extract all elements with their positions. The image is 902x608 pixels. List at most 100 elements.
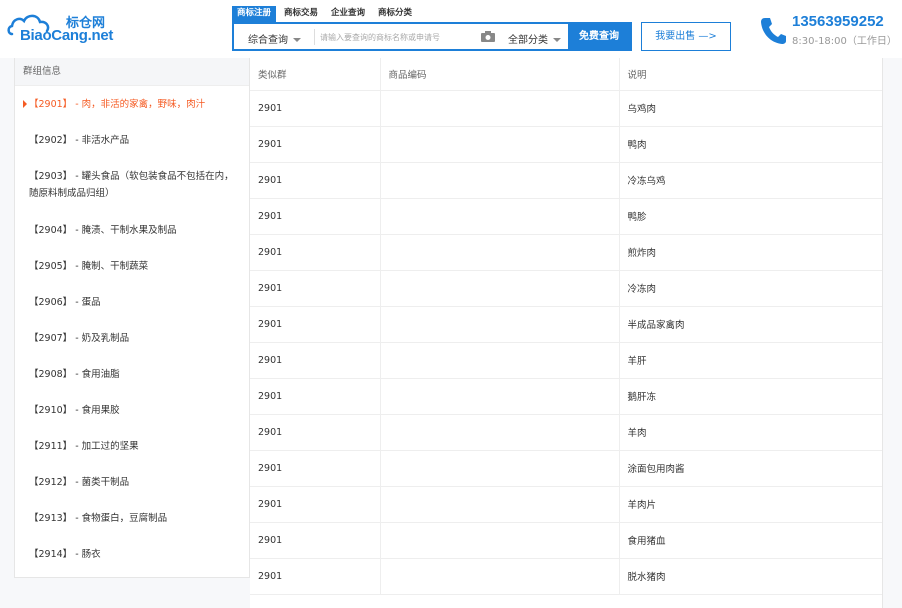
sidebar-item-label: 【2905】 - 腌制、干制蔬菜 <box>29 261 149 272</box>
sidebar-item-2912[interactable]: 【2912】 - 菌类干制品 <box>15 464 249 500</box>
table-header-row: 类似群 商品编码 说明 <box>250 58 882 91</box>
description-cell: 冷冻乌鸡 <box>619 162 882 199</box>
sidebar-item-2911[interactable]: 【2911】 - 加工过的坚果 <box>15 428 249 464</box>
goods-table-container: 类似群 商品编码 说明 2901 乌鸡肉 2901 鸭肉 2901 冷冻乌鸡 2901… <box>250 58 883 608</box>
similar-group-cell: 2901 <box>250 450 381 487</box>
goods-code-cell <box>380 450 620 487</box>
sidebar-item-label: 【2903】 - 罐头食品（软包装食品不包括在内，随原料制成品归组） <box>29 171 234 199</box>
similar-group-cell: 2901 <box>250 270 381 307</box>
sell-button[interactable]: 我要出售 —> <box>641 22 731 51</box>
sidebar-item-label: 【2906】 - 蛋品 <box>29 297 101 308</box>
table-row: 2901 鸭胗 <box>250 198 882 235</box>
sidebar-item-label: 【2910】 - 食用果胶 <box>29 405 120 416</box>
goods-code-cell <box>380 522 620 559</box>
description-cell: 羊肉 <box>619 414 882 451</box>
description-cell: 脱水猪肉 <box>619 558 882 595</box>
tab-company-search[interactable]: 企业查询 <box>326 6 370 22</box>
sidebar-item-2906[interactable]: 【2906】 - 蛋品 <box>15 284 249 320</box>
similar-group-cell: 2901 <box>250 342 381 379</box>
sidebar-title: 群组信息 <box>15 58 249 86</box>
goods-code-cell <box>380 486 620 523</box>
sidebar-item-2907[interactable]: 【2907】 - 奶及乳制品 <box>15 320 249 356</box>
sidebar-item-2908[interactable]: 【2908】 - 食用油脂 <box>15 356 249 392</box>
goods-code-cell <box>380 126 620 163</box>
goods-code-cell <box>380 90 620 127</box>
sidebar-item-2904[interactable]: 【2904】 - 腌渍、干制水果及制品 <box>15 212 249 248</box>
logo[interactable]: 标仓网 BiaoCang.net <box>6 10 116 46</box>
similar-group-cell: 2901 <box>250 378 381 415</box>
sidebar-item-2914[interactable]: 【2914】 - 肠衣 <box>15 536 249 572</box>
column-header-description: 说明 <box>619 58 882 91</box>
camera-icon[interactable] <box>481 31 495 42</box>
goods-code-cell <box>380 306 620 343</box>
table-row: 2901 鸭肉 <box>250 126 882 163</box>
sidebar-list: 【2901】 - 肉，非活的家禽，野味，肉汁 【2902】 - 非活水产品 【2… <box>15 86 249 572</box>
goods-code-cell <box>380 198 620 235</box>
similar-group-cell: 2901 <box>250 126 381 163</box>
sidebar-item-label: 【2904】 - 腌渍、干制水果及制品 <box>29 225 177 236</box>
logo-english-text: BiaoCang.net <box>20 27 114 44</box>
table-row: 2901 食用猪血 <box>250 522 882 559</box>
sidebar-item-label: 【2907】 - 奶及乳制品 <box>29 333 130 344</box>
column-header-goods-code: 商品编码 <box>380 58 620 91</box>
sidebar-item-label: 【2913】 - 食物蛋白，豆腐制品 <box>29 513 168 524</box>
tab-trademark-trade[interactable]: 商标交易 <box>279 6 323 22</box>
category-select[interactable]: 全部分类 <box>508 31 561 46</box>
caret-down-icon <box>293 38 301 42</box>
sidebar-item-2913[interactable]: 【2913】 - 食物蛋白，豆腐制品 <box>15 500 249 536</box>
table-row: 2901 脱水猪肉 <box>250 558 882 595</box>
tab-trademark-register[interactable]: 商标注册 <box>232 6 277 22</box>
sidebar-item-label: 【2901】 - 肉，非活的家禽，野味，肉汁 <box>29 99 206 110</box>
description-cell: 羊肝 <box>619 342 882 379</box>
description-cell: 鹅肝冻 <box>619 378 882 415</box>
phone-hours: 8:30-18:00（工作日） <box>792 36 897 47</box>
similar-group-cell: 2901 <box>250 558 381 595</box>
sidebar-item-label: 【2912】 - 菌类干制品 <box>29 477 130 488</box>
goods-table: 类似群 商品编码 说明 2901 乌鸡肉 2901 鸭肉 2901 冷冻乌鸡 2901… <box>250 58 882 595</box>
sidebar-item-2902[interactable]: 【2902】 - 非活水产品 <box>15 122 249 158</box>
description-cell: 羊肉片 <box>619 486 882 523</box>
table-row: 2901 乌鸡肉 <box>250 90 882 127</box>
goods-code-cell <box>380 234 620 271</box>
active-arrow-icon <box>23 100 27 108</box>
goods-code-cell <box>380 378 620 415</box>
description-cell: 鸭胗 <box>619 198 882 235</box>
sidebar-item-label: 【2914】 - 肠衣 <box>29 549 101 560</box>
description-cell: 涂面包用肉酱 <box>619 450 882 487</box>
similar-group-cell: 2901 <box>250 162 381 199</box>
caret-down-icon <box>553 38 561 42</box>
search-type-select[interactable]: 综合查询 <box>248 31 301 46</box>
description-cell: 煎炸肉 <box>619 234 882 271</box>
similar-group-cell: 2901 <box>250 414 381 451</box>
description-cell: 冷冻肉 <box>619 270 882 307</box>
goods-code-cell <box>380 270 620 307</box>
table-row: 2901 羊肉 <box>250 414 882 451</box>
search-type-label: 综合查询 <box>248 35 288 46</box>
table-row: 2901 冷冻乌鸡 <box>250 162 882 199</box>
similar-group-cell: 2901 <box>250 486 381 523</box>
table-row: 2901 羊肉片 <box>250 486 882 523</box>
sidebar-item-2905[interactable]: 【2905】 - 腌制、干制蔬菜 <box>15 248 249 284</box>
search-input[interactable] <box>320 28 470 46</box>
similar-group-cell: 2901 <box>250 306 381 343</box>
description-cell: 半成品家禽肉 <box>619 306 882 343</box>
category-label: 全部分类 <box>508 35 548 46</box>
similar-group-cell: 2901 <box>250 90 381 127</box>
tab-trademark-class[interactable]: 商标分类 <box>373 6 417 22</box>
divider <box>314 29 315 45</box>
table-row: 2901 半成品家禽肉 <box>250 306 882 343</box>
table-body: 2901 乌鸡肉 2901 鸭肉 2901 冷冻乌鸡 2901 鸭胗 2901 煎炸肉 2… <box>250 90 882 595</box>
column-header-similar-group: 类似群 <box>250 58 381 91</box>
header: 标仓网 BiaoCang.net 商标注册 商标交易 企业查询 商标分类 综合查… <box>0 0 902 58</box>
search-tabs: 商标注册 商标交易 企业查询 商标分类 <box>232 6 420 22</box>
description-cell: 乌鸡肉 <box>619 90 882 127</box>
sidebar-item-label: 【2911】 - 加工过的坚果 <box>29 441 139 452</box>
description-cell: 鸭肉 <box>619 126 882 163</box>
similar-group-cell: 2901 <box>250 198 381 235</box>
search-button[interactable]: 免费查询 <box>568 24 630 49</box>
sidebar-item-2901[interactable]: 【2901】 - 肉，非活的家禽，野味，肉汁 <box>15 86 249 122</box>
phone-icon <box>761 18 786 44</box>
sidebar-item-2903[interactable]: 【2903】 - 罐头食品（软包装食品不包括在内，随原料制成品归组） <box>15 158 249 212</box>
table-row: 2901 煎炸肉 <box>250 234 882 271</box>
sidebar-item-2910[interactable]: 【2910】 - 食用果胶 <box>15 392 249 428</box>
